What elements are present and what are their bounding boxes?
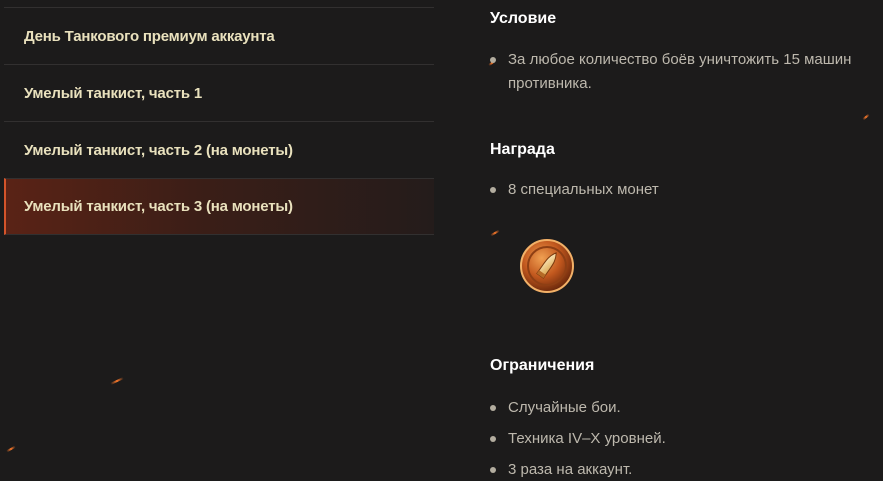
condition-item: За любое количество боёв уничтожить 15 м… — [490, 48, 883, 96]
mission-item-skilled-tanker-2[interactable]: Умелый танкист, часть 2 (на монеты) — [4, 121, 434, 178]
mission-item-skilled-tanker-3[interactable]: Умелый танкист, часть 3 (на монеты) — [4, 178, 434, 235]
restriction-text: Случайные бои. — [508, 399, 621, 416]
condition-text: За любое количество боёв уничтожить 15 м… — [508, 51, 852, 92]
mission-list: День Танкового премиум аккаунта Умелый т… — [4, 7, 434, 235]
restriction-item: Техника IV–X уровней. — [490, 427, 883, 451]
bullet-dot-icon — [490, 57, 496, 63]
mission-page: День Танкового премиум аккаунта Умелый т… — [0, 0, 883, 481]
reward-heading: Награда — [490, 141, 555, 158]
condition-heading: Условие — [490, 10, 557, 27]
mission-item-skilled-tanker-1[interactable]: Умелый танкист, часть 1 — [4, 64, 434, 121]
mission-label: Умелый танкист, часть 3 (на монеты) — [24, 198, 293, 215]
restriction-text: Техника IV–X уровней. — [508, 430, 666, 447]
reward-text: 8 специальных монет — [508, 181, 659, 198]
mission-label: День Танкового премиум аккаунта — [24, 27, 275, 45]
ember-spark — [862, 113, 870, 121]
ember-spark — [490, 229, 500, 237]
restriction-item: 3 раза на аккаунт. — [490, 458, 883, 481]
bullet-dot-icon — [490, 405, 496, 411]
ember-spark — [6, 445, 16, 453]
reward-item: 8 специальных монет — [490, 178, 883, 202]
ember-spark — [110, 377, 124, 385]
restrictions-heading: Ограничения — [490, 357, 595, 374]
mission-item-premium-day[interactable]: День Танкового премиум аккаунта — [4, 7, 434, 64]
bullet-coin-icon — [520, 239, 574, 293]
bullet-dot-icon — [490, 467, 496, 473]
restriction-text: 3 раза на аккаунт. — [508, 461, 633, 478]
mission-label: Умелый танкист, часть 1 — [24, 84, 202, 102]
bullet-dot-icon — [490, 436, 496, 442]
restriction-item: Случайные бои. — [490, 396, 883, 420]
bullet-dot-icon — [490, 187, 496, 193]
mission-label: Умелый танкист, часть 2 (на монеты) — [24, 141, 293, 159]
